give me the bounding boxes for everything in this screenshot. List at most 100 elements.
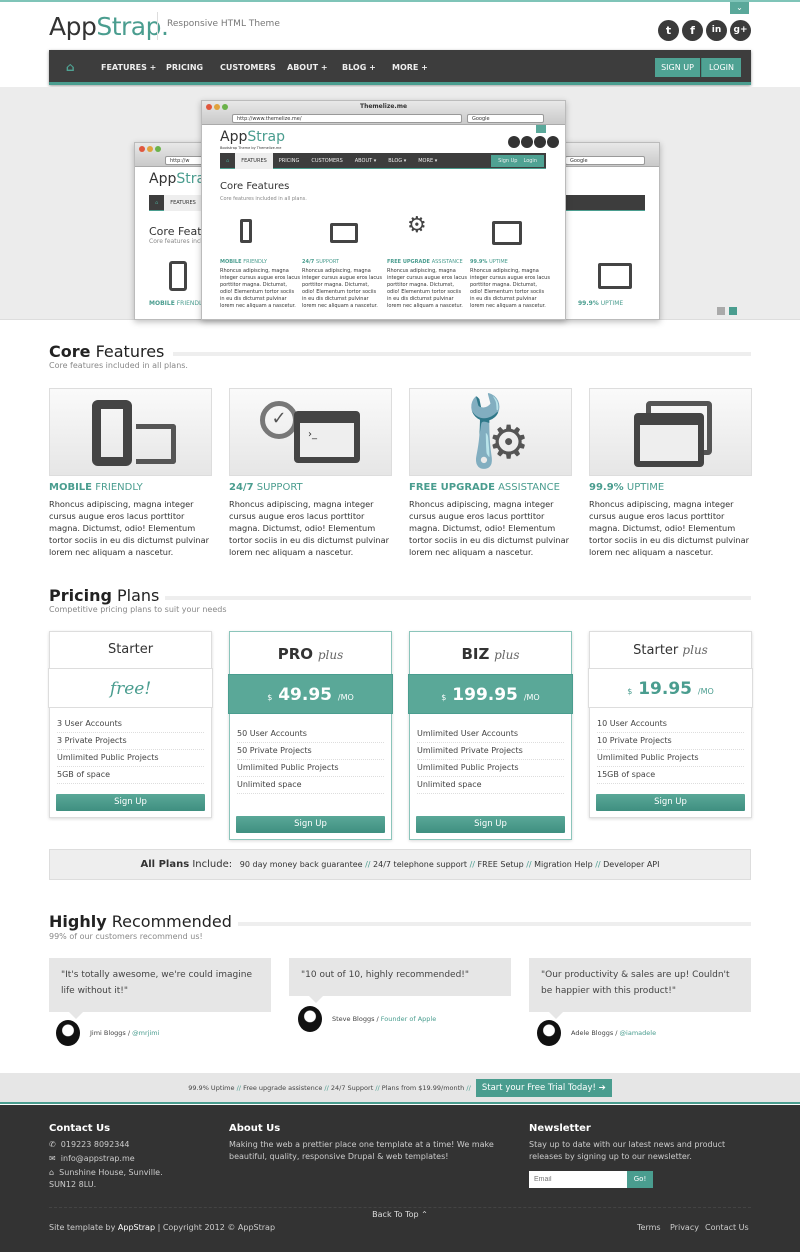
author-link[interactable]: @iamadele <box>620 1029 657 1037</box>
nav-blog[interactable]: BLOG + <box>342 50 376 85</box>
testimonials-subtitle: 99% of our customers recommend us! <box>49 932 203 941</box>
home-icon: ⌂ <box>49 1168 55 1177</box>
feature-title: 99.9% UPTIME <box>589 482 665 493</box>
clock-icon: ✓ <box>260 401 298 439</box>
contact-phone: ✆ 019223 8092344 <box>49 1140 130 1149</box>
testimonials-title: Highly Recommended <box>49 912 232 931</box>
signup-button[interactable]: Sign Up <box>56 794 205 811</box>
search-bar: Google <box>467 114 544 123</box>
mini-logo: AppStrap <box>220 129 285 145</box>
plan-feature: Umlimited Public Projects <box>417 760 564 777</box>
testimonial-quote: "Our productivity & sales are up! Couldn… <box>529 958 751 1019</box>
footer-link-terms[interactable]: Terms <box>637 1223 661 1232</box>
feature-title: 24/7 SUPPORT <box>229 482 303 493</box>
features-title: Core Features <box>49 342 165 361</box>
browser-windows-icon <box>634 413 704 467</box>
slider-dot-2-active[interactable] <box>729 307 737 315</box>
feature-text: Rhoncus adipiscing, magna integer cursus… <box>409 499 569 557</box>
mini-feature: MOBILE FRIENDLY Rhoncus adipiscing, magna… <box>220 259 300 309</box>
plan-name: Starter plus <box>633 643 708 658</box>
newsletter-go-button[interactable]: Go! <box>627 1171 653 1188</box>
googleplus-icon[interactable]: g+ <box>730 20 751 41</box>
contact-email[interactable]: ✉ info@appstrap.me <box>49 1153 135 1165</box>
plan-feature: 3 User Accounts <box>57 716 204 733</box>
signup-button[interactable]: Sign Up <box>596 794 745 811</box>
mini-nav: ⌂ FEATURES PRICING CUSTOMERS ABOUT ▾ BLOG ▾ MO… <box>220 153 546 169</box>
all-plans-bar: All Plans Include: 90 day money back gua… <box>49 849 751 880</box>
testimonial-author: Adele Bloggs / @iamadele <box>537 1020 656 1046</box>
terminal-icon: ›_ <box>294 411 360 463</box>
header-toggle-chevron-icon[interactable]: ⌄ <box>730 2 749 14</box>
home-icon[interactable]: ⌂ <box>66 50 75 85</box>
credit: Site template by AppStrap | Copyright 20… <box>49 1223 276 1232</box>
testimonial-quote: "It's totally awesome, we're could imagi… <box>49 958 271 1019</box>
logo[interactable]: AppStrap. <box>49 12 169 41</box>
back-right-feature-title: 99.9% UPTIME <box>578 300 624 307</box>
nav-about[interactable]: ABOUT + <box>287 50 328 85</box>
back-to-top-link[interactable]: Back To Top ⌃ <box>366 1210 434 1219</box>
plan-feature: 10 User Accounts <box>597 716 744 733</box>
signup-button[interactable]: Sign Up <box>416 816 565 833</box>
footer-link-contact[interactable]: Contact Us <box>705 1223 749 1232</box>
contact-title: Contact Us <box>49 1123 111 1134</box>
linkedin-icon[interactable]: in <box>706 20 727 41</box>
phone-icon: ✆ <box>49 1140 56 1149</box>
plan-feature: 10 Private Projects <box>597 733 744 750</box>
feature-title: MOBILE FRIENDLY <box>49 482 143 493</box>
back-browser-icon <box>598 263 632 289</box>
main-nav: ⌂ FEATURES + PRICING CUSTOMERS ABOUT + B… <box>49 50 751 85</box>
plan-name: Starter <box>107 642 154 657</box>
avatar <box>56 1020 80 1046</box>
author-link[interactable]: Founder of Apple <box>381 1015 436 1023</box>
testimonial-author: Steve Bloggs / Founder of Apple <box>298 1006 436 1032</box>
plan-name: BIZ plus <box>461 645 520 663</box>
pricing-card-pro: PRO plus $ 49.95 /MO 50 User Accounts 50 … <box>228 631 393 840</box>
mini-toggle <box>536 125 546 133</box>
plan-feature: Unlimited space <box>237 777 384 794</box>
login-button[interactable]: LOGIN <box>701 58 741 77</box>
plan-feature: 3 Private Projects <box>57 733 204 750</box>
nav-pricing[interactable]: PRICING <box>166 50 203 85</box>
about-text: Making the web a prettier place one temp… <box>229 1140 494 1161</box>
plan-feature: Unlimited space <box>417 777 564 794</box>
slider-dot-1[interactable] <box>717 307 725 315</box>
tagline: Responsive HTML Theme <box>157 12 280 40</box>
divider <box>173 352 751 356</box>
mini-tagline: Bootstrap Theme by Themelize.me <box>220 146 282 150</box>
mini-social <box>507 136 559 148</box>
newsletter-email-input[interactable] <box>529 1171 627 1188</box>
feature-text: Rhoncus adipiscing, magna integer cursus… <box>49 499 209 557</box>
nav-features[interactable]: FEATURES + <box>101 50 156 85</box>
signup-button[interactable]: SIGN UP <box>655 58 700 77</box>
author-link[interactable]: @mrjimi <box>132 1029 159 1037</box>
mini-feature: 24/7 SUPPORT Rhoncus adipiscing, magna in… <box>302 259 382 309</box>
feature-text: Rhoncus adipiscing, magna integer cursus… <box>229 499 389 557</box>
facebook-icon[interactable]: f <box>682 20 703 41</box>
about-title: About Us <box>229 1123 281 1134</box>
plan-feature: Umlimited Public Projects <box>57 750 204 767</box>
features-subtitle: Core features included in all plans. <box>49 361 188 370</box>
back-search-bar: Google <box>565 156 645 165</box>
plan-feature: 50 User Accounts <box>237 726 384 743</box>
front-browser-window: Themelize.me http://www.themelize.me/ Go… <box>201 100 566 320</box>
back-feature-title: MOBILE FRIENDLY <box>149 300 206 307</box>
nav-more[interactable]: MORE + <box>392 50 428 85</box>
free-trial-button[interactable]: Start your Free Trial Today! ➔ <box>475 1079 612 1097</box>
back-heading: Core Featu <box>149 225 209 238</box>
credit-link[interactable]: AppStrap <box>118 1223 155 1232</box>
cta-bar: 99.9% Uptime // Free upgrade assistence … <box>0 1073 800 1104</box>
plan-feature: 15GB of space <box>597 767 744 784</box>
signup-button[interactable]: Sign Up <box>236 816 385 833</box>
plan-feature: Umlimited User Accounts <box>417 726 564 743</box>
footer-link-privacy[interactable]: Privacy <box>670 1223 699 1232</box>
plan-price: $ 199.95 /MO <box>408 674 573 714</box>
plan-price: $ 19.95 /MO <box>588 668 753 708</box>
feature-image-support: ✓ ›_ <box>229 388 392 476</box>
feature-image-mobile <box>49 388 212 476</box>
nav-customers[interactable]: CUSTOMERS <box>220 50 276 85</box>
window-title: Themelize.me <box>359 103 408 110</box>
twitter-icon[interactable]: t <box>658 20 679 41</box>
pricing-card-starter: Starter free! 3 User Accounts 3 Private P… <box>48 631 213 818</box>
testimonial-quote: "10 out of 10, highly recommended!" <box>289 958 511 1003</box>
feature-image-uptime <box>589 388 752 476</box>
